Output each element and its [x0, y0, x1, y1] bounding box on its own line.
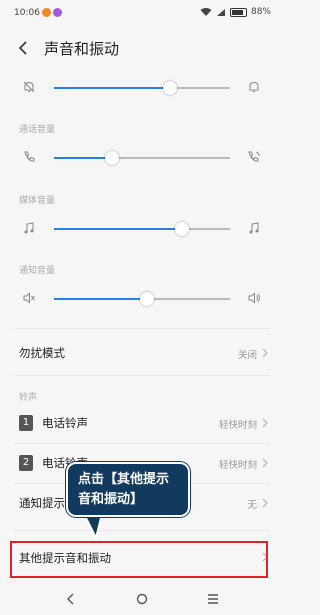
status-right: 88% [200, 7, 271, 17]
home-icon[interactable] [133, 590, 151, 608]
status-time: 10:06 [14, 8, 40, 18]
divider [14, 328, 269, 329]
speaker-icon [248, 292, 260, 304]
media-volume-thumb[interactable] [175, 222, 190, 236]
menu-icon[interactable] [204, 590, 222, 608]
chevron-right-icon [262, 418, 268, 428]
back-arrow-icon[interactable] [14, 38, 34, 58]
ringer-volume-track[interactable] [54, 81, 230, 95]
chevron-right-icon [262, 348, 268, 358]
status-bar: 10:06 88% [0, 0, 283, 26]
notification-volume-track[interactable] [54, 292, 230, 306]
call-volume-slider-row [0, 148, 283, 168]
notification-volume-slider-row [0, 289, 283, 309]
call-volume-track[interactable] [54, 151, 230, 165]
notification-app-icon [42, 8, 51, 17]
bell-off-icon [23, 81, 35, 93]
wifi-icon [200, 7, 212, 16]
media-volume-track[interactable] [54, 222, 230, 236]
dnd-row[interactable]: 勿扰模式 关闭 [0, 333, 283, 373]
navigation-bar [0, 583, 283, 615]
music-note-icon [24, 222, 34, 234]
ringer-volume-thumb[interactable] [163, 81, 178, 95]
sim2-icon: 2 [19, 455, 33, 471]
sim1-ringtone-row[interactable]: 1 电话铃声 轻快时刻 [0, 403, 283, 443]
sim2-ringtone-value: 轻快时刻 [218, 460, 257, 471]
battery-icon [229, 7, 247, 17]
notification-volume-thumb[interactable] [140, 292, 155, 306]
highlight-box [10, 541, 268, 578]
back-icon[interactable] [62, 590, 80, 608]
sim1-ringtone-value: 轻快时刻 [218, 420, 257, 431]
phone-icon [24, 151, 35, 162]
call-volume-thumb[interactable] [105, 151, 120, 165]
call-volume-label: 通话音量 [19, 125, 56, 135]
phone-volume-icon [248, 151, 260, 162]
chevron-right-icon [262, 498, 268, 508]
ringer-volume-slider-row [0, 78, 283, 98]
instruction-callout: 点击【其他提示音和振动】 [66, 462, 190, 517]
dnd-value: 关闭 [237, 350, 257, 361]
speaker-mute-icon [23, 292, 35, 304]
sim1-ringtone-label: 电话铃声 [42, 416, 88, 430]
dnd-label: 勿扰模式 [19, 346, 65, 360]
media-volume-label: 媒体音量 [19, 196, 56, 206]
music-note-icon [249, 222, 259, 234]
page-header: 声音和振动 [0, 32, 283, 66]
divider [14, 530, 269, 531]
ringtone-section-label: 铃声 [19, 393, 38, 403]
battery-percent: 88% [250, 7, 271, 17]
divider [14, 375, 269, 376]
page-title: 声音和振动 [44, 40, 120, 58]
notification-sound-value: 无 [247, 500, 257, 511]
sim1-icon: 1 [19, 415, 33, 431]
notification-app-icon [53, 8, 62, 17]
media-volume-slider-row [0, 219, 283, 239]
signal-icon [216, 8, 225, 16]
chevron-right-icon [262, 458, 268, 468]
bell-icon [249, 81, 259, 92]
notification-volume-label: 通知音量 [19, 266, 56, 276]
